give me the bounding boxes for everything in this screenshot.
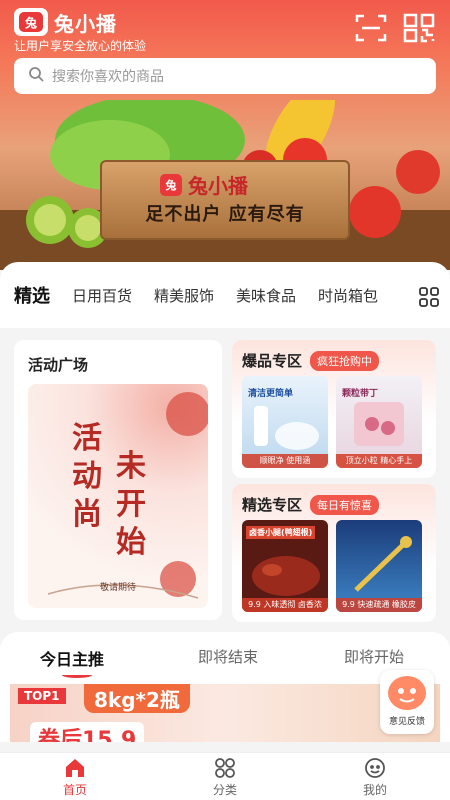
nav-home[interactable]: 首页 (35, 757, 115, 798)
product-thumb-caption: 顶立小粒 精心手上 (336, 454, 422, 468)
activity-card[interactable]: 活动广场 活动尚 未开始 敬请期待 (14, 340, 222, 620)
nav-category-label: 分类 (212, 783, 237, 797)
selected-products-card[interactable]: 精选专区 每日有惊喜 卤香小腿(鸭翅根) 9.9 入味透彻 卤香浓 9.9 快速… (232, 484, 436, 622)
qr-code-icon[interactable] (402, 12, 436, 44)
profile-icon (364, 757, 386, 779)
tab-daily-goods[interactable]: 日用百货 (72, 285, 132, 306)
grid-menu-icon[interactable] (418, 286, 440, 308)
search-placeholder: 搜索你喜欢的商品 (52, 69, 164, 85)
rabbit-logo-icon: 兔 (19, 12, 43, 32)
banner-logo: 兔 兔小播 (160, 170, 248, 199)
hot-badge: 疯狂抢购中 (310, 350, 380, 371)
poster-text-right: 未开始 (116, 449, 146, 560)
app-slogan: 让用户享安全放心的体验 (14, 39, 147, 53)
product-thumb-caption: 9.9 快速疏通 橡胶皮 (336, 598, 422, 612)
rabbit-logo-icon: 兔 (160, 173, 182, 196)
category-icon (214, 757, 236, 779)
product-thumb[interactable]: 卤香小腿(鸭翅根) 9.9 入味透彻 卤香浓 (242, 520, 328, 612)
app-title: 兔小播 (54, 12, 117, 36)
hot-products-card[interactable]: 爆品专区 疯狂抢购中 清洁更简单 顺眼净 使用涵 颗粒带丁 顶立小粒 精心手上 (232, 340, 436, 478)
product-thumb[interactable]: 颗粒带丁 顶立小粒 精心手上 (336, 376, 422, 468)
tab-featured[interactable]: 精选 (14, 282, 50, 308)
rank-badge: TOP1 (18, 688, 66, 704)
tab-apparel[interactable]: 精美服饰 (154, 285, 214, 306)
tab-food[interactable]: 美味食品 (236, 285, 296, 306)
coupon-price: 券后15.9 (30, 722, 145, 742)
poster-text-left: 活动尚 (72, 421, 102, 532)
feedback-button[interactable]: 意见反馈 (380, 670, 434, 734)
active-tab-indicator (62, 672, 92, 678)
banner-tagline: 足不出户 应有尽有 (145, 204, 305, 225)
search-bar[interactable]: 搜索你喜欢的商品 (14, 58, 436, 94)
recommend-tabs: 今日主推 即将结束 即将开始 (0, 646, 450, 678)
nav-category[interactable]: 分类 (185, 757, 265, 798)
feedback-label: 意见反馈 (388, 717, 425, 727)
nav-profile-label: 我的 (362, 783, 387, 797)
selected-title: 精选专区 (242, 496, 303, 514)
recommend-product-banner[interactable]: TOP1 8kg*2瓶 券后15.9 (10, 684, 440, 742)
activity-title: 活动广场 (28, 356, 89, 374)
poster-invite: 敬请期待 (100, 583, 137, 593)
tab-today-pick[interactable]: 今日主推 (40, 646, 104, 670)
nav-home-label: 首页 (62, 783, 87, 797)
bottom-nav: 首页 分类 我的 (0, 752, 450, 800)
product-thumb-caption: 顺眼净 使用涵 (242, 454, 328, 468)
tab-ending-soon[interactable]: 即将结束 (198, 646, 258, 667)
mascot-icon (388, 676, 426, 710)
tab-bags[interactable]: 时尚箱包 (318, 285, 378, 306)
scan-icon[interactable] (354, 12, 388, 44)
app-logo: 兔 (14, 8, 48, 36)
home-icon (64, 757, 86, 779)
top-bar: 兔 兔小播 让用户享安全放心的体验 (14, 8, 436, 53)
product-thumb[interactable]: 清洁更简单 顺眼净 使用涵 (242, 376, 328, 468)
selected-badge: 每日有惊喜 (310, 494, 380, 515)
hot-title: 爆品专区 (242, 352, 303, 370)
banner-brand-name: 兔小播 (188, 174, 248, 198)
activity-poster[interactable]: 活动尚 未开始 敬请期待 (28, 384, 208, 608)
tab-starting-soon[interactable]: 即将开始 (344, 646, 404, 667)
category-tabs: 精选 日用百货 精美服饰 美味食品 时尚箱包 (0, 262, 450, 328)
product-spec: 8kg*2瓶 (84, 684, 190, 713)
product-thumb-caption: 9.9 入味透彻 卤香浓 (242, 598, 328, 612)
product-thumb[interactable]: 9.9 快速疏通 橡胶皮 (336, 520, 422, 612)
hero-header: 兔 兔小播 足不出户 应有尽有 兔 兔小播 让用户享安全放心的体验 搜索你喜欢的… (0, 0, 450, 270)
nav-profile[interactable]: 我的 (335, 757, 415, 798)
search-icon (28, 66, 44, 86)
